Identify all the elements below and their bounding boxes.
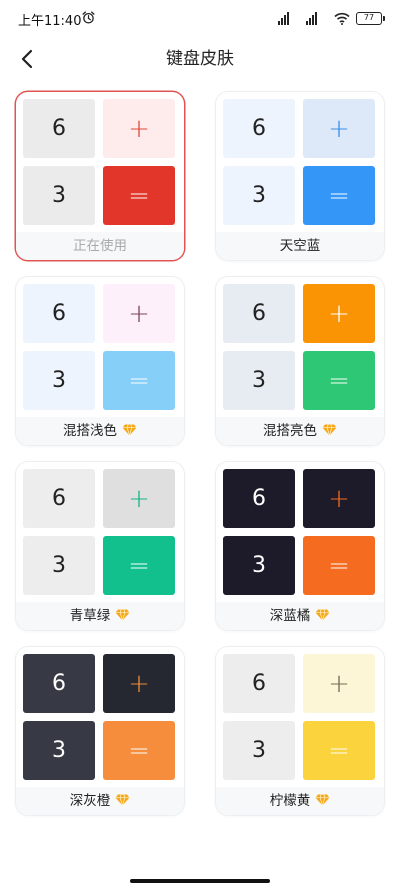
number-key: 3 xyxy=(223,721,295,780)
signal-icon xyxy=(278,11,289,25)
back-button[interactable] xyxy=(10,42,44,76)
equals-key: = xyxy=(303,166,375,225)
skin-name: 柠檬黄 xyxy=(269,793,311,809)
number-key: 3 xyxy=(23,166,95,225)
equals-key: = xyxy=(103,536,175,595)
alarm-clock-icon xyxy=(82,11,95,24)
plus-key: + xyxy=(103,99,175,158)
diamond-icon xyxy=(315,609,330,621)
key-preview: 6 +3 = xyxy=(23,284,177,410)
skin-card[interactable]: 6 +3 = 正在使用 xyxy=(16,92,184,260)
key-preview: 6 +3 = xyxy=(223,284,377,410)
skin-label: 青草绿 xyxy=(16,602,184,630)
skin-label: 正在使用 xyxy=(16,232,184,260)
skin-name: 深灰橙 xyxy=(69,793,111,809)
plus-key: + xyxy=(303,99,375,158)
diamond-icon xyxy=(322,424,337,436)
diamond-icon xyxy=(122,424,137,436)
status-icons: 77 xyxy=(278,10,385,26)
number-key: 6 xyxy=(23,469,95,528)
number-key: 6 xyxy=(223,654,295,713)
skin-label: 混搭亮色 xyxy=(216,417,384,445)
equals-key: = xyxy=(303,536,375,595)
status-time: 上午11:40 xyxy=(18,14,82,29)
number-key: 3 xyxy=(223,351,295,410)
skin-card[interactable]: 6 +3 = 混搭亮色 xyxy=(216,277,384,445)
home-indicator xyxy=(130,879,270,883)
key-preview: 6 +3 = xyxy=(23,654,177,780)
key-preview: 6 +3 = xyxy=(223,654,377,780)
key-preview: 6 +3 = xyxy=(223,469,377,595)
key-preview: 6 +3 = xyxy=(23,99,177,225)
diamond-icon xyxy=(115,609,130,621)
skin-label: 天空蓝 xyxy=(216,232,384,260)
number-key: 6 xyxy=(23,284,95,343)
battery-icon: 77 xyxy=(356,11,385,25)
skin-label: 柠檬黄 xyxy=(216,787,384,815)
key-preview: 6 +3 = xyxy=(23,469,177,595)
skin-name: 青草绿 xyxy=(69,608,111,624)
equals-key: = xyxy=(103,351,175,410)
equals-key: = xyxy=(303,721,375,780)
number-key: 3 xyxy=(23,536,95,595)
nav-bar: 键盘皮肤 xyxy=(0,36,400,82)
skin-card[interactable]: 6 +3 = 青草绿 xyxy=(16,462,184,630)
skin-card[interactable]: 6 +3 = 深灰橙 xyxy=(16,647,184,815)
plus-key: + xyxy=(103,284,175,343)
skin-name: 混搭浅色 xyxy=(63,423,117,439)
equals-key: = xyxy=(103,166,175,225)
plus-key: + xyxy=(303,284,375,343)
number-key: 6 xyxy=(223,284,295,343)
key-preview: 6 +3 = xyxy=(223,99,377,225)
page-title: 键盘皮肤 xyxy=(166,49,234,69)
number-key: 6 xyxy=(223,99,295,158)
skin-label: 深灰橙 xyxy=(16,787,184,815)
skin-name: 深蓝橘 xyxy=(269,608,311,624)
plus-key: + xyxy=(303,654,375,713)
number-key: 6 xyxy=(23,654,95,713)
skin-name: 混搭亮色 xyxy=(263,423,317,439)
skin-name: 正在使用 xyxy=(73,238,127,254)
skin-label: 深蓝橘 xyxy=(216,602,384,630)
chevron-left-icon xyxy=(21,49,33,69)
plus-key: + xyxy=(303,469,375,528)
equals-key: = xyxy=(303,351,375,410)
diamond-icon xyxy=(315,794,330,806)
diamond-icon xyxy=(115,794,130,806)
wifi-icon xyxy=(334,12,350,25)
skin-card[interactable]: 6 +3 = 深蓝橘 xyxy=(216,462,384,630)
skin-card[interactable]: 6 +3 = 柠檬黄 xyxy=(216,647,384,815)
skin-name: 天空蓝 xyxy=(279,238,321,254)
number-key: 3 xyxy=(23,351,95,410)
number-key: 6 xyxy=(23,99,95,158)
number-key: 3 xyxy=(23,721,95,780)
equals-key: = xyxy=(103,721,175,780)
skin-label: 混搭浅色 xyxy=(16,417,184,445)
number-key: 6 xyxy=(223,469,295,528)
status-bar: 上午11:40 77 xyxy=(0,0,400,36)
number-key: 3 xyxy=(223,166,295,225)
number-key: 3 xyxy=(223,536,295,595)
skin-card[interactable]: 6 +3 = 天空蓝 xyxy=(216,92,384,260)
plus-key: + xyxy=(103,654,175,713)
plus-key: + xyxy=(103,469,175,528)
skin-card[interactable]: 6 +3 = 混搭浅色 xyxy=(16,277,184,445)
signal-icon xyxy=(306,11,317,25)
